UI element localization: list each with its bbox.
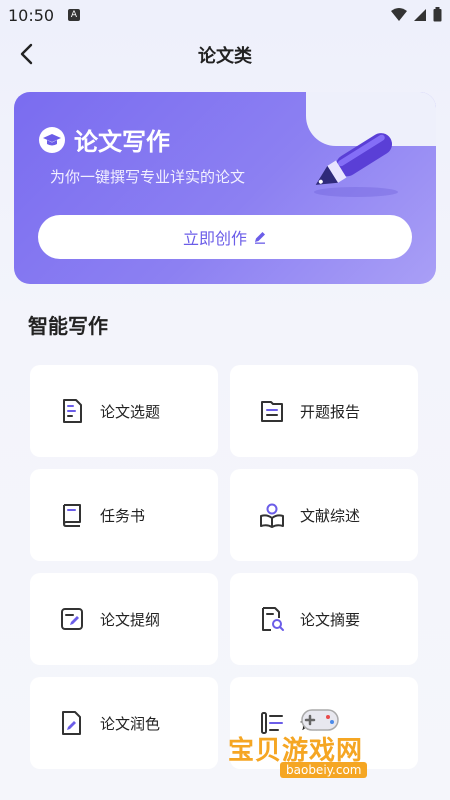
card-label: 论文选题 [100, 402, 161, 421]
fountain-pen-icon [314, 133, 398, 197]
section-title: 智能写作 [28, 314, 108, 338]
card-label: 论文摘要 [300, 610, 361, 629]
status-icons [391, 7, 442, 22]
card-task-book[interactable]: 任务书 [30, 469, 218, 561]
wifi-icon [391, 7, 407, 21]
create-now-label: 立即创作 [182, 229, 247, 248]
page-title: 论文类 [198, 46, 252, 67]
outline-icon [61, 608, 83, 630]
status-time: 10:50 [8, 6, 55, 25]
card-thesis-outline[interactable]: 论文提纲 [30, 573, 218, 665]
card-literature-review[interactable]: 文献综述 [230, 469, 418, 561]
card-label: 文献综述 [300, 506, 361, 525]
watermark-url: baobeiy.com [280, 762, 368, 778]
card-label: 任务书 [100, 506, 146, 525]
watermark-logo: 宝贝游戏网 baobeiy.com [228, 708, 428, 788]
banner-title: 论文写作 [74, 128, 170, 156]
card-thesis-topic[interactable]: 论文选题 [30, 365, 218, 457]
report-icon [261, 401, 283, 422]
graduation-cap-icon [39, 126, 65, 153]
banner-subtitle: 为你一键撰写专业详实的论文 [50, 168, 246, 186]
reader-icon [260, 503, 284, 528]
create-now-button[interactable]: 立即创作 [38, 215, 412, 259]
card-thesis-abstract[interactable]: 论文摘要 [230, 573, 418, 665]
card-opening-report[interactable]: 开题报告 [230, 365, 418, 457]
signal-icon [414, 8, 426, 21]
book-icon [63, 504, 81, 527]
card-label: 论文提纲 [100, 610, 161, 629]
pencil-icon [255, 232, 265, 244]
card-thesis-polish[interactable]: 论文润色 [30, 677, 218, 769]
card-label: 论文润色 [100, 714, 161, 733]
polish-icon [62, 711, 81, 735]
battery-icon [433, 7, 442, 22]
banner-title-row: 论文写作 [38, 122, 170, 157]
document-topic-icon [63, 399, 82, 423]
card-label: 开题报告 [300, 402, 361, 421]
header: 论文类 [0, 30, 450, 78]
abstract-search-icon [262, 607, 284, 631]
status-bar: 10:50 A [0, 0, 450, 30]
status-notification-icon: A [68, 9, 80, 21]
essay-writing-banner: 论文写作 为你一键撰写专业详实的论文 立即创作 [14, 92, 436, 284]
